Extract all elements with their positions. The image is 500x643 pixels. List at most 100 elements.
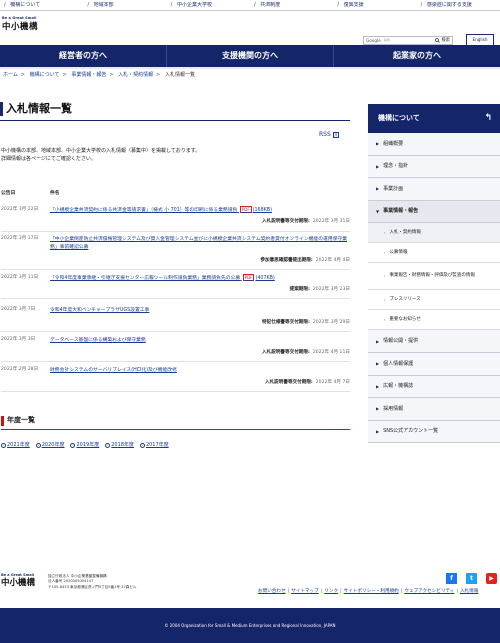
breadcrumb-about[interactable]: 機構について <box>30 72 60 78</box>
chevron-down-icon: ▼ <box>376 208 380 214</box>
entry-title-link[interactable]: 財務会計システムのサーバリプレイス(HCI化)及び機能改修 <box>50 367 350 375</box>
copyright-text: © 2004 Organization for Small & Medium E… <box>164 622 336 628</box>
row-divider <box>1 231 350 232</box>
sidebar-subitem-public-offering[interactable]: › 公募情報 <box>368 243 500 264</box>
breadcrumb-home[interactable]: ホーム <box>3 72 18 78</box>
intro-line-1: 中小機構の本部、地域本部、中小企業大学校の入札情報（募集中）を掲載しております。 <box>1 148 201 154</box>
top-link-university[interactable]: 中小企業大学校 <box>167 2 250 9</box>
footer-link-contact[interactable]: お問い合わせ <box>258 589 286 595</box>
year-link-2020[interactable]: 2020年度 <box>42 442 65 448</box>
footer-link-sitemap[interactable]: サイトマップ <box>291 589 319 595</box>
footer-link-accessibility[interactable]: ウェブアクセシビリティ <box>404 589 454 595</box>
rss-link[interactable]: RSS )) <box>319 131 339 139</box>
circle-arrow-icon: › <box>35 443 41 448</box>
circle-arrow-icon: › <box>105 443 111 448</box>
top-utility-bar: 機構について 地域本部 中小企業大学校 共済制度 復興支援 感染症に関する支援 <box>0 0 500 11</box>
entry-title-link[interactable]: 令和4年度大和ベンチャープラザUGS設置工事 <box>50 307 350 315</box>
year-link-2018[interactable]: 2018年度 <box>111 442 134 448</box>
deadline-date: 2022年 4月 4日 <box>315 258 350 263</box>
rss-icon: )) <box>332 131 339 138</box>
entry-title-link[interactable]: 「小規模企業共済契約に係る共済金等請求書」（様式 小 701）等の印刷に係る業務… <box>50 206 350 215</box>
top-link-regional[interactable]: 地域本部 <box>83 2 166 9</box>
sidebar-item-philosophy[interactable]: ▶ 理念・指針 <box>368 155 500 179</box>
sidebar-item-label: 組織概要 <box>383 140 404 147</box>
nav-managers[interactable]: 経営者の方へ <box>0 45 167 67</box>
footer-logo[interactable]: Be a Great Small 中小機構 <box>1 573 35 589</box>
sidebar-item-privacy[interactable]: ▶ 個人情報保護 <box>368 352 500 376</box>
breadcrumb-business-info[interactable]: 事業情報・報告 <box>71 72 106 78</box>
search-input[interactable]: 提供 <box>384 38 436 43</box>
year-list-divider <box>1 429 350 430</box>
sidebar-subitem-notices[interactable]: › 重要なお知らせ <box>368 310 500 331</box>
sidebar-item-recruit[interactable]: ▶ 採用情報 <box>368 398 500 421</box>
footer-link-bidding[interactable]: 入札情報 <box>460 589 478 595</box>
pdf-icon: PDF <box>242 274 255 281</box>
breadcrumb-bidding[interactable]: 入札・契約情報 <box>118 72 153 78</box>
sidebar-subitem-bidding[interactable]: › 入札・契約情報 <box>368 223 500 244</box>
entry-deadline: 特記仕様書等交付期限: 2022年 3月 29日 <box>262 320 350 326</box>
deadline-label: 提案期限: <box>289 287 310 292</box>
deadline-label: 入札説明書等交付期限: <box>262 350 310 355</box>
return-arrow-icon: ↰ <box>484 112 492 123</box>
year-link-2021[interactable]: 2021年度 <box>7 442 30 448</box>
entry-title: 「令和4年度事業承継・引継ぎ支援センター広報ツール制作請負業務」業務請負先の公募 <box>50 276 241 281</box>
sidebar-title: 機構について <box>378 113 420 122</box>
sidebar-subitem-press[interactable]: › プレスリリース <box>368 290 500 311</box>
sidebar-item-pr[interactable]: ▶ 広報・機構誌 <box>368 375 500 399</box>
header-date: 公告日 <box>1 191 16 196</box>
deadline-label: 入札説明書等交付期限: <box>264 380 313 385</box>
sidebar-item-label: 採用情報 <box>383 405 404 412</box>
entry-title: 「中小企業倒産防止共済債権管理システム及び資入金管理システム並びに小規模企業共済… <box>50 237 347 250</box>
site-logo[interactable]: Be a Great Small 中小機構 <box>2 16 38 33</box>
deadline-date: 2022年 4月 7日 <box>315 380 350 385</box>
sidebar: 機構について ↰ ▶ 組織概要 ▶ 理念・指針 ▶ 事業計画 ▼ 事業情報・報告 › 入札… <box>368 104 500 444</box>
top-link-mutual-aid[interactable]: 共済制度 <box>250 2 333 9</box>
entry-title-link[interactable]: データベース基盤に係る構築および保守業務 <box>50 337 350 345</box>
twitter-icon[interactable]: t <box>466 573 477 584</box>
chevron-right-icon: › <box>384 250 386 255</box>
sidebar-header[interactable]: 機構について ↰ <box>368 104 500 133</box>
sidebar-item-business-info[interactable]: ▼ 事業情報・報告 <box>368 200 500 224</box>
search-button[interactable]: 検索 <box>435 38 450 44</box>
sidebar-item-organization[interactable]: ▶ 組織概要 <box>368 133 500 156</box>
google-label: Google <box>366 37 381 43</box>
chevron-right-icon: › <box>384 317 386 322</box>
sidebar-subitem-label: 公募情報 <box>389 249 408 255</box>
breadcrumb: ホーム > 機構について > 事業情報・報告 > 入札・契約情報 > 入札情報一覧 <box>3 72 195 78</box>
entry-title: 令和4年度大和ベンチャープラザUGS設置工事 <box>50 308 150 313</box>
search-button-label: 検索 <box>441 37 450 43</box>
sidebar-subitem-reports[interactable]: › 事業報告・財務情報・評価及び監査の情報 <box>368 263 500 291</box>
facebook-icon[interactable]: f <box>446 573 457 584</box>
circle-arrow-icon: › <box>139 443 145 448</box>
year-link-2017[interactable]: 2017年度 <box>146 442 169 448</box>
page-title: 入札情報一覧 <box>0 102 350 116</box>
row-divider <box>1 391 350 392</box>
entry-title-link[interactable]: 「中小企業倒産防止共済債権管理システム及び資入金管理システム並びに小規模企業共済… <box>50 236 350 251</box>
top-link-about[interactable]: 機構について <box>0 2 83 9</box>
top-link-reconstruction[interactable]: 復興支援 <box>333 2 416 9</box>
youtube-icon[interactable]: ▶ <box>486 573 497 584</box>
top-link-infection-support[interactable]: 感染症に関する支援 <box>417 2 500 9</box>
entry-date: 2022年 2月 28日 <box>1 367 39 372</box>
row-divider <box>1 361 350 362</box>
footer-link-policy[interactable]: サイトポリシー・利用規約 <box>344 589 399 595</box>
intro-line-2: 詳細情報は各ページにてご確認ください。 <box>1 155 96 162</box>
entry-title-link[interactable]: 「令和4年度事業承継・引継ぎ支援センター広報ツール制作請負業務」業務請負先の公募… <box>50 274 350 283</box>
year-link-2019[interactable]: 2019年度 <box>76 442 99 448</box>
chevron-right-icon: ▶ <box>376 406 380 412</box>
sidebar-subitem-label: 事業報告・財務情報・評価及び監査の情報 <box>389 273 475 279</box>
nav-entrepreneurs[interactable]: 起業家の方へ <box>334 45 500 67</box>
entry-deadline: 入札説明書等交付期限: 2022年 4月 7日 <box>265 380 350 386</box>
sidebar-item-disclosure[interactable]: ▶ 情報公開・提供 <box>368 330 500 353</box>
sidebar-item-plan[interactable]: ▶ 事業計画 <box>368 178 500 201</box>
row-divider <box>1 331 350 332</box>
row-divider <box>1 269 350 270</box>
circle-arrow-icon: › <box>1 443 6 448</box>
nav-support-orgs[interactable]: 支援機関の方へ <box>167 45 334 67</box>
list-item: 2022年 3月 7日 令和4年度大和ベンチャープラザUGS設置工事 特記仕様書… <box>1 307 350 334</box>
list-item: 2022年 3月 11日 「令和4年度事業承継・引継ぎ支援センター広報ツール制作… <box>1 274 350 302</box>
entry-date: 2022年 3月 17日 <box>1 236 39 241</box>
sidebar-item-sns[interactable]: ▶ SNS公式アカウント一覧 <box>368 420 500 444</box>
main-content: 入札情報一覧 RSS )) 中小機構の本部、地域本部、中小企業大学校の入札情報（… <box>0 102 350 392</box>
footer-link-links[interactable]: リンク <box>324 589 338 595</box>
